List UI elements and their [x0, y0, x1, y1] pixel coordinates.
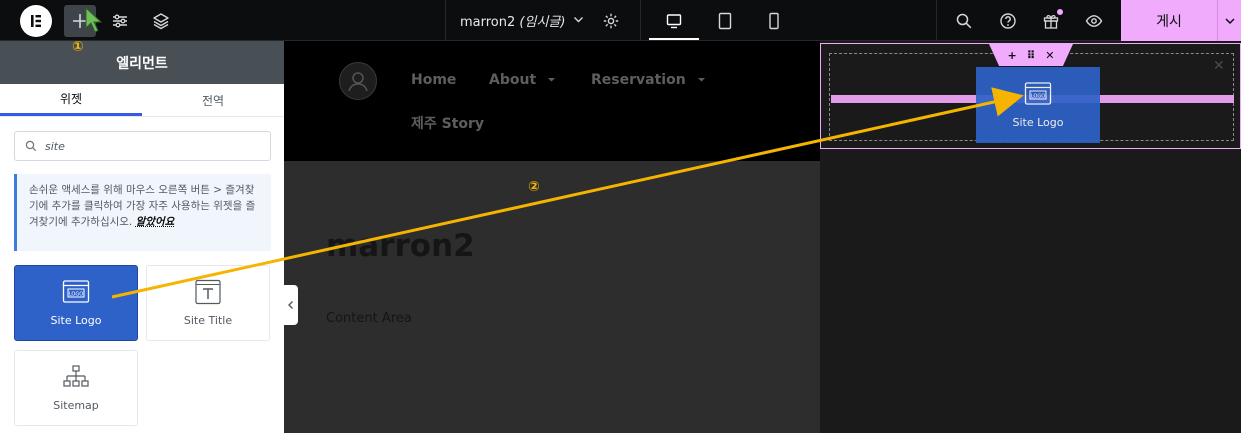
nav-item-about[interactable]: About: [489, 72, 556, 88]
close-section-icon[interactable]: ✕: [1045, 49, 1054, 62]
widget-label: Site Logo: [1012, 116, 1064, 129]
drag-handle-icon[interactable]: ⠿: [1027, 49, 1036, 62]
drop-section[interactable]: + ⠿ ✕ ✕ LOGO Site Logo: [820, 43, 1241, 149]
elementor-logo-button[interactable]: [20, 5, 52, 37]
mobile-view-button[interactable]: [759, 6, 789, 36]
elementor-logo-icon: [31, 15, 41, 27]
panel-tabs: 위젯 전역: [0, 84, 284, 117]
site-settings-button[interactable]: [105, 6, 135, 36]
widget-sitemap[interactable]: Sitemap: [14, 350, 138, 426]
page-settings-button[interactable]: [596, 6, 626, 36]
notification-dot: [1057, 9, 1063, 15]
caret-down-icon: [697, 78, 705, 82]
gift-icon: [1043, 14, 1059, 29]
step-badge-2: ②: [528, 179, 540, 195]
layers-icon: [153, 13, 169, 30]
tablet-view-button[interactable]: [710, 6, 740, 36]
svg-text:LOGO: LOGO: [1031, 93, 1045, 99]
widget-label: Sitemap: [53, 399, 99, 412]
widget-site-title[interactable]: Site Title: [146, 265, 270, 341]
plus-icon: [73, 14, 87, 28]
add-element-button[interactable]: [64, 5, 96, 37]
page-content: marron2 Content Area: [284, 161, 820, 433]
publish-options-button[interactable]: [1217, 0, 1241, 41]
drop-area: + ⠿ ✕ ✕ LOGO Site Logo: [820, 41, 1241, 433]
step-badge-1: ①: [72, 39, 84, 55]
widget-label: Site Logo: [50, 314, 102, 327]
finder-button[interactable]: [949, 6, 979, 36]
collapse-panel-button[interactable]: [284, 285, 298, 325]
chevron-down-icon: [1224, 17, 1235, 24]
avatar-icon: [348, 72, 368, 92]
desktop-view-button[interactable]: [659, 6, 689, 36]
preview-button[interactable]: [1079, 6, 1109, 36]
tablet-icon: [718, 12, 732, 30]
nav-item-reservation[interactable]: Reservation: [591, 72, 706, 88]
chevron-left-icon: [288, 301, 293, 309]
site-title-icon: [195, 279, 221, 305]
mobile-icon: [769, 12, 779, 30]
structure-button[interactable]: [146, 6, 176, 36]
widget-site-logo[interactable]: LOGO Site Logo: [14, 265, 138, 341]
top-bar: marron2 (임시글) 게시: [0, 0, 1241, 41]
caret-down-icon: [548, 78, 556, 82]
panel-title: 엘리먼트: [0, 41, 284, 84]
svg-text:LOGO: LOGO: [69, 291, 83, 297]
help-button[interactable]: [993, 6, 1023, 36]
eye-icon: [1085, 15, 1103, 27]
divider: [936, 0, 937, 41]
editor-canvas: Home About Reservation 제주 Story marron2 …: [284, 41, 820, 433]
tab-widgets[interactable]: 위젯: [0, 84, 142, 116]
add-section-icon[interactable]: +: [1007, 49, 1016, 62]
search-icon: [956, 13, 972, 29]
search-icon: [25, 140, 37, 152]
widget-label: Site Title: [183, 314, 233, 327]
help-icon: [1000, 13, 1016, 29]
site-logo-icon: LOGO: [62, 280, 90, 303]
elements-panel: 엘리먼트 위젯 전역 손쉬운 액세스를 위해 마우스 오른쪽 버튼 > 즐겨찾기…: [0, 41, 284, 433]
search-input[interactable]: [45, 139, 265, 153]
active-device-indicator: [649, 38, 699, 40]
content-area-text[interactable]: Content Area: [326, 311, 412, 326]
chevron-down-icon: [573, 14, 584, 28]
sliders-icon: [113, 14, 127, 28]
document-name: marron2 (임시글): [460, 15, 566, 30]
section-handle[interactable]: + ⠿ ✕: [989, 44, 1073, 66]
publish-button[interactable]: 게시: [1121, 0, 1217, 41]
dragged-widget-site-logo: LOGO Site Logo: [976, 67, 1100, 143]
site-logo-icon: LOGO: [1024, 82, 1052, 105]
site-header: Home About Reservation 제주 Story: [284, 41, 820, 161]
tab-global[interactable]: 전역: [142, 84, 284, 116]
nav-item-jeju-story[interactable]: 제주 Story: [411, 113, 484, 133]
page-title[interactable]: marron2: [326, 228, 475, 264]
close-icon[interactable]: ✕: [1213, 58, 1225, 74]
desktop-icon: [666, 14, 682, 29]
got-it-link[interactable]: 알았어요: [136, 216, 175, 228]
widget-search: [14, 131, 271, 161]
favorites-tip: 손쉬운 액세스를 위해 마우스 오른쪽 버튼 > 즐겨찾기에 추가를 클릭하여 …: [14, 174, 271, 251]
gear-icon: [603, 13, 619, 29]
sitemap-icon: [63, 365, 89, 387]
site-logo-image[interactable]: [339, 62, 377, 100]
nav-item-home[interactable]: Home: [411, 72, 456, 88]
divider: [640, 0, 641, 41]
